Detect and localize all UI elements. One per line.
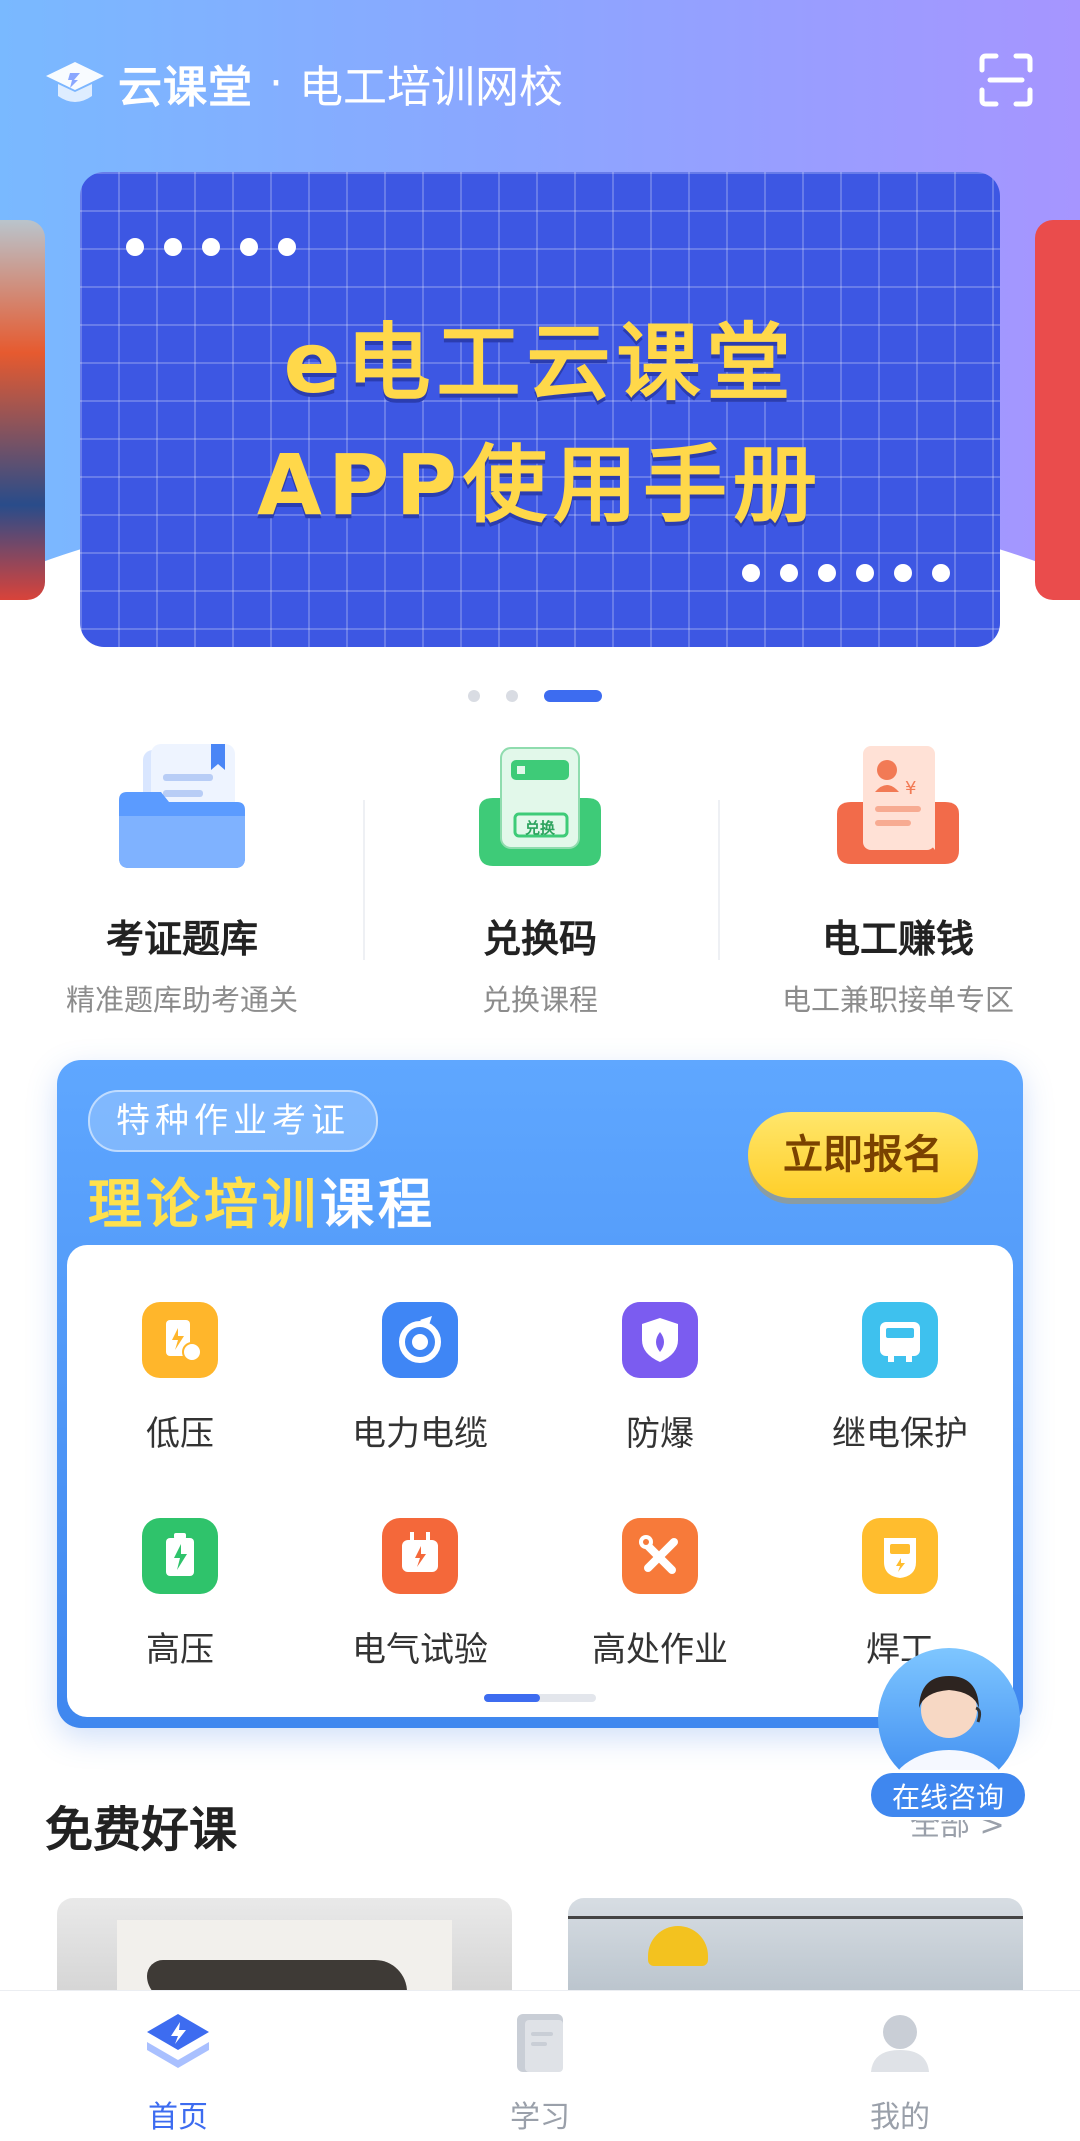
quick-entry-title: 兑换码 xyxy=(482,917,597,961)
banner-decor-dots-bottom xyxy=(742,564,950,582)
quick-entry-title: 电工赚钱 xyxy=(821,917,974,961)
graduation-cap-logo-icon xyxy=(44,58,106,108)
low-voltage-icon xyxy=(142,1302,218,1378)
welding-mask-icon xyxy=(862,1518,938,1594)
course-card[interactable] xyxy=(57,1898,512,1998)
banner-decor-dots xyxy=(126,238,296,256)
tab-home[interactable]: 首页 xyxy=(78,2010,278,2136)
category-scroll-thumb xyxy=(484,1694,540,1702)
carousel-prev-slide[interactable] xyxy=(0,220,45,600)
course-thumbnail-wire xyxy=(568,1916,1023,1919)
theory-title-rest: 课程 xyxy=(320,1173,436,1236)
free-courses-title: 免费好课 xyxy=(45,1802,238,1858)
theory-title-highlight: 理论培训 xyxy=(88,1173,320,1236)
category-scroll-indicator xyxy=(484,1694,596,1702)
tab-mine[interactable]: 我的 xyxy=(800,2010,1000,2136)
home-icon xyxy=(143,2010,213,2076)
category-high-voltage[interactable]: 高压 xyxy=(60,1518,300,1671)
tools-icon xyxy=(622,1518,698,1594)
battery-bolt-icon xyxy=(142,1518,218,1594)
worker-receipt-icon: ¥ xyxy=(823,740,973,880)
plug-icon xyxy=(382,1518,458,1594)
quick-entry-subtitle: 精准题库助考通关 xyxy=(65,983,298,1017)
tab-study[interactable]: 学习 xyxy=(440,2010,640,2136)
category-working-at-height[interactable]: 高处作业 xyxy=(540,1518,780,1671)
category-label: 电气试验 xyxy=(352,1630,488,1670)
tab-label: 我的 xyxy=(870,2100,930,2135)
theory-tag: 特种作业考证 xyxy=(88,1090,378,1152)
carousel-dot xyxy=(506,690,518,702)
tab-label: 首页 xyxy=(148,2100,208,2135)
theory-title: 理论培训课程 xyxy=(88,1160,436,1239)
category-power-cable[interactable]: 电力电缆 xyxy=(300,1302,540,1455)
quick-entry-subtitle: 电工兼职接单专区 xyxy=(781,983,1014,1017)
course-thumbnail-calligraphy xyxy=(117,1920,452,1998)
ticket-icon: 兑换 xyxy=(465,740,615,880)
category-relay-protection[interactable]: 继电保护 xyxy=(780,1302,1020,1455)
course-thumbnail-worker-helmet xyxy=(648,1926,708,1966)
power-cable-icon xyxy=(382,1302,458,1378)
book-icon xyxy=(505,2010,575,2076)
app-header: 云课堂 · 电工培训网校 xyxy=(44,55,563,113)
category-low-voltage[interactable]: 低压 xyxy=(60,1302,300,1455)
category-label: 高压 xyxy=(146,1630,214,1670)
category-explosion-proof[interactable]: 防爆 xyxy=(540,1302,780,1455)
consultant-avatar xyxy=(878,1648,1020,1790)
enroll-now-button[interactable]: 立即报名 xyxy=(748,1112,978,1198)
shield-icon xyxy=(622,1302,698,1378)
folder-icon xyxy=(107,740,257,880)
quick-entry-redeem-code[interactable]: 兑换 兑换码 兑换课程 xyxy=(360,740,720,1017)
carousel-indicator xyxy=(468,690,602,702)
online-consult-button[interactable]: 在线咨询 xyxy=(868,1648,1028,1820)
relay-device-icon xyxy=(862,1302,938,1378)
brand-separator: · xyxy=(269,57,283,109)
online-consult-label: 在线咨询 xyxy=(868,1770,1028,1820)
category-electrical-test[interactable]: 电气试验 xyxy=(300,1518,540,1671)
carousel-dot xyxy=(468,690,480,702)
carousel-next-slide[interactable] xyxy=(1035,220,1080,600)
course-card[interactable] xyxy=(568,1898,1023,1998)
scan-button[interactable] xyxy=(978,52,1034,108)
redeem-icon-text: 兑换 xyxy=(524,819,555,837)
svg-text:¥: ¥ xyxy=(905,778,916,799)
user-profile-icon xyxy=(865,2010,935,2076)
category-label: 高处作业 xyxy=(592,1630,728,1670)
tab-label: 学习 xyxy=(510,2100,570,2135)
category-label: 防爆 xyxy=(626,1414,694,1454)
scan-icon xyxy=(979,53,1033,107)
category-label: 电力电缆 xyxy=(352,1414,488,1454)
brand-subtitle: 电工培训网校 xyxy=(299,62,563,113)
quick-entry-earn-money[interactable]: ¥ 电工赚钱 电工兼职接单专区 xyxy=(718,740,1078,1017)
category-label: 低压 xyxy=(146,1414,214,1454)
banner-title-line1: e电工云课堂 xyxy=(283,314,797,412)
banner-slide[interactable]: e电工云课堂 APP使用手册 xyxy=(80,172,1000,647)
quick-entry-title: 考证题库 xyxy=(105,917,258,961)
category-label: 继电保护 xyxy=(832,1414,968,1454)
quick-entry-subtitle: 兑换课程 xyxy=(481,983,598,1017)
banner-title-line2: APP使用手册 xyxy=(256,436,824,534)
quick-entry-question-bank[interactable]: 考证题库 精准题库助考通关 xyxy=(2,740,362,1017)
carousel-dot-active xyxy=(544,690,602,702)
brand-name: 云课堂 xyxy=(118,62,253,113)
